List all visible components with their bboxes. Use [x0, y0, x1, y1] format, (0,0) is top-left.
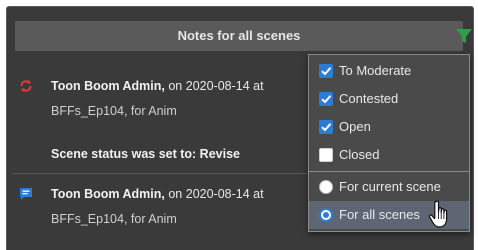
scope-option-current-scene[interactable]: For current scene	[309, 173, 469, 201]
filter-option-label: Contested	[339, 91, 399, 106]
checkbox-checked-icon[interactable]	[319, 64, 333, 78]
note-author-line: Toon Boom Admin, on 2020-08-14 at	[51, 187, 264, 201]
note-author: Toon Boom Admin,	[51, 79, 165, 93]
filter-option-label: To Moderate	[339, 63, 412, 78]
filter-option-open[interactable]: Open	[309, 113, 469, 141]
filter-option-to-moderate[interactable]: To Moderate	[309, 57, 469, 85]
checkbox-checked-icon[interactable]	[319, 120, 333, 134]
note-meta: BFFs_Ep104, for Anim	[51, 212, 177, 226]
comment-icon	[20, 188, 32, 200]
menu-divider	[309, 171, 469, 172]
sync-icon	[20, 80, 32, 92]
note-date: on 2020-08-14 at	[168, 187, 264, 201]
notes-header: Notes for all scenes	[15, 21, 472, 51]
radio-selected-icon[interactable]	[319, 208, 333, 222]
radio-unselected-icon[interactable]	[319, 180, 333, 194]
hand-cursor-icon	[428, 200, 448, 228]
scope-option-label: For current scene	[339, 179, 441, 194]
scope-option-label: For all scenes	[339, 207, 420, 222]
note-separator	[13, 173, 313, 174]
checkbox-checked-icon[interactable]	[319, 92, 333, 106]
filter-icon[interactable]	[455, 27, 473, 45]
filter-option-label: Closed	[339, 147, 380, 162]
note-author: Toon Boom Admin,	[51, 187, 165, 201]
note-author-line: Toon Boom Admin, on 2020-08-14 at	[51, 79, 264, 93]
filter-option-closed[interactable]: Closed	[309, 141, 469, 169]
note-date: on 2020-08-14 at	[168, 79, 264, 93]
filter-option-contested[interactable]: Contested	[309, 85, 469, 113]
filter-option-label: Open	[339, 119, 371, 134]
note-status: Scene status was set to: Revise	[51, 147, 240, 161]
notes-header-title: Notes for all scenes	[177, 28, 301, 43]
note-meta: BFFs_Ep104, for Anim	[51, 104, 177, 118]
checkbox-unchecked-icon[interactable]	[319, 148, 333, 162]
